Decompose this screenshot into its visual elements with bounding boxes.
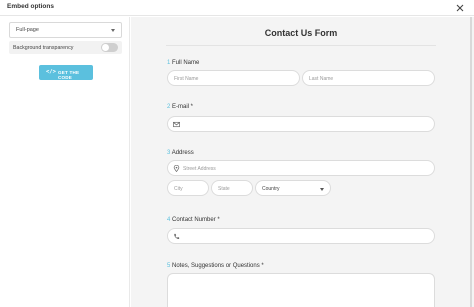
scrollbar[interactable]	[470, 17, 472, 307]
panel-title: Embed options	[7, 3, 54, 10]
question-label: Full Name	[172, 60, 200, 66]
chevron-down-icon	[111, 29, 115, 32]
embed-mode-value: Full-page	[16, 27, 39, 33]
form-preview: Contact Us Form 1 Full Name First Name L…	[131, 17, 474, 307]
get-the-code-button[interactable]: </> GET THE CODE	[39, 65, 93, 80]
question-address: 3 Address	[167, 150, 194, 156]
embed-mode-select[interactable]: Full-page	[9, 22, 122, 38]
phone-icon	[174, 233, 180, 239]
toggle-knob	[102, 44, 109, 51]
question-notes: 5 Notes, Suggestions or Questions *	[167, 263, 264, 269]
placeholder: City	[174, 185, 183, 192]
street-address-input[interactable]: Street Address	[167, 160, 435, 176]
map-pin-icon	[173, 164, 180, 172]
placeholder: Last Name	[309, 75, 334, 82]
title-divider	[166, 45, 436, 46]
question-number: 1	[167, 60, 171, 66]
chevron-down-icon	[320, 187, 324, 191]
question-number: 5	[167, 263, 171, 269]
placeholder: Street Address	[183, 165, 216, 172]
question-label: Contact Number *	[172, 217, 220, 223]
background-transparency-row: Background transparency	[9, 41, 122, 54]
question-number: 2	[167, 104, 171, 110]
question-label: Address	[171, 150, 194, 156]
question-full-name: 1 Full Name	[167, 60, 199, 66]
city-input[interactable]: City	[167, 180, 209, 196]
question-email: 2 E-mail *	[167, 104, 193, 110]
question-label: Notes, Suggestions or Questions *	[172, 263, 264, 269]
top-bar: Embed options	[0, 0, 474, 16]
question-label: E-mail *	[172, 104, 194, 110]
notes-textarea[interactable]	[167, 273, 435, 307]
state-input[interactable]: State	[211, 180, 253, 196]
placeholder: First Name	[174, 75, 199, 82]
email-input[interactable]	[167, 116, 435, 132]
question-number: 3	[167, 150, 171, 156]
last-name-input[interactable]: Last Name	[302, 70, 435, 86]
code-icon: </>	[46, 69, 56, 75]
placeholder: State	[218, 185, 230, 192]
placeholder: Country	[262, 185, 280, 192]
envelope-icon	[173, 121, 180, 127]
first-name-input[interactable]: First Name	[167, 70, 300, 86]
close-icon[interactable]	[455, 3, 465, 13]
country-select[interactable]: Country	[255, 180, 331, 196]
embed-options-sidebar: Full-page Background transparency </> GE…	[0, 17, 130, 307]
question-number: 4	[167, 217, 171, 223]
question-contact-number: 4 Contact Number *	[167, 217, 220, 223]
contact-number-input[interactable]	[167, 228, 435, 244]
form-title: Contact Us Form	[264, 28, 338, 38]
background-transparency-toggle[interactable]	[101, 43, 118, 52]
get-the-code-label: GET THE CODE	[58, 70, 80, 80]
background-transparency-label: Background transparency	[13, 44, 74, 51]
